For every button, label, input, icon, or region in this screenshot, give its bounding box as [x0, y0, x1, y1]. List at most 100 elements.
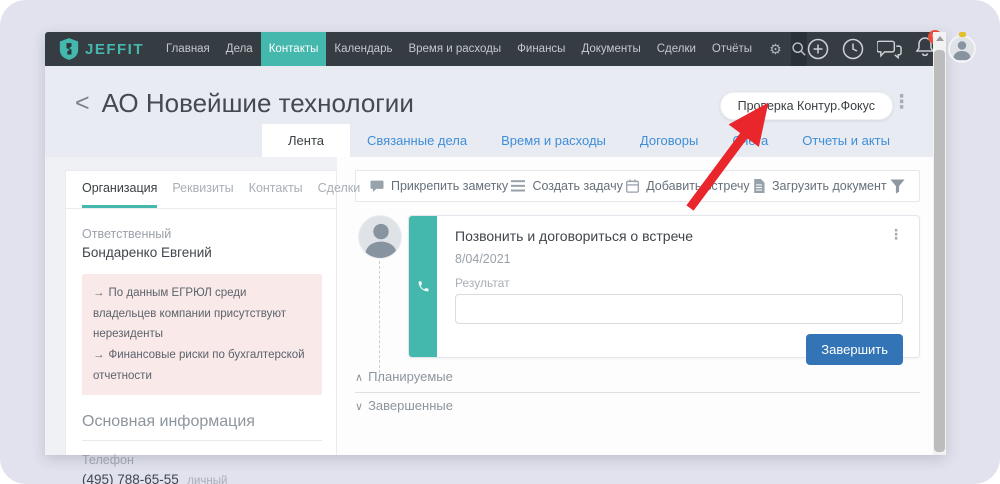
- phone-row: (495) 788-65-55 личный: [82, 471, 322, 484]
- task-card: Позвонить и договориться о встрече ⋮ 8/0…: [408, 215, 920, 365]
- main-info-heading: Основная информация: [82, 413, 255, 431]
- sidebar-body: Ответственный Бондаренко Евгений → По дан…: [66, 209, 336, 484]
- task-author-avatar: [358, 215, 402, 259]
- user-avatar[interactable]: [947, 35, 976, 63]
- tab-dogovory[interactable]: Договоры: [623, 124, 715, 157]
- arrow-bullet-icon: →: [93, 287, 105, 299]
- jeffit-logo-icon: [59, 38, 79, 60]
- warning-text: Финансовые риски по бухгалтерской отчетн…: [93, 349, 305, 382]
- create-task-label: Создать задачу: [532, 179, 623, 193]
- sidebar-tabs: Организация Реквизиты Контакты Сделки: [66, 171, 360, 209]
- result-input[interactable]: [455, 294, 903, 324]
- gear-icon[interactable]: ⚙: [760, 41, 791, 58]
- task-type-call-bar: [409, 216, 437, 357]
- warning-item: → Финансовые риски по бухгалтерской отчет…: [93, 345, 311, 386]
- risk-warning-box: → По данным ЕГРЮЛ среди владельцев компан…: [82, 274, 322, 396]
- task-list-icon: [511, 180, 526, 192]
- app-window: JEFFIT Главная Дела Контакты Календарь В…: [45, 29, 976, 484]
- nav-item-kontakty[interactable]: Контакты: [260, 32, 327, 66]
- planned-section-label: Планируемые: [368, 369, 453, 384]
- kontur-fokus-check-button[interactable]: Проверка Контур.Фокус: [719, 92, 893, 120]
- organization-sidebar: Организация Реквизиты Контакты Сделки От…: [65, 170, 360, 484]
- completed-section-toggle[interactable]: ∨ Завершенные: [355, 398, 920, 413]
- task-date: 8/04/2021: [455, 252, 511, 266]
- person-icon: [953, 41, 971, 60]
- sidebar-tab-organizatsiya[interactable]: Организация: [82, 171, 158, 208]
- screenshot-stage: JEFFIT Главная Дела Контакты Календарь В…: [0, 0, 1000, 484]
- phone-type: личный: [187, 475, 228, 484]
- sidebar-tab-sdelki[interactable]: Сделки: [318, 171, 361, 208]
- phone-label: Телефон: [82, 453, 134, 468]
- page-title: АО Новейшие технологии: [101, 88, 414, 118]
- header-kebab-icon[interactable]: ⋮: [892, 93, 911, 112]
- nav-item-finansy[interactable]: Финансы: [509, 32, 573, 66]
- add-meeting-button[interactable]: Добавить встречу: [626, 179, 750, 193]
- scrollbar-thumb[interactable]: [934, 50, 945, 452]
- collapse-icon: ∧: [355, 372, 364, 384]
- result-label: Результат: [455, 276, 510, 290]
- responsible-label: Ответственный: [82, 227, 172, 241]
- document-icon: [754, 179, 765, 193]
- task-title[interactable]: Позвонить и договориться о встрече: [455, 228, 693, 244]
- feed-panel: Прикрепить заметку Создать задачу Добави…: [337, 157, 933, 455]
- top-navbar: JEFFIT Главная Дела Контакты Календарь В…: [45, 29, 976, 66]
- nav-item-otchety[interactable]: Отчёты: [704, 32, 760, 66]
- warning-item: → По данным ЕГРЮЛ среди владельцев компан…: [93, 283, 311, 345]
- responsible-name: Бондаренко Евгений: [82, 245, 212, 260]
- phone-value: (495) 788-65-55: [82, 472, 179, 484]
- content-area: Прикрепить заметку Создать задачу Добави…: [45, 157, 933, 484]
- nav-item-dela[interactable]: Дела: [218, 32, 261, 66]
- task-card-body: Позвонить и договориться о встрече ⋮ 8/0…: [437, 216, 919, 365]
- vertical-scrollbar[interactable]: [933, 32, 946, 455]
- jeffit-logo[interactable]: JEFFIT: [59, 38, 144, 60]
- nav-item-kalendar[interactable]: Календарь: [326, 32, 400, 66]
- filter-icon[interactable]: [890, 178, 905, 194]
- feed-toolbar: Прикрепить заметку Создать задачу Добави…: [355, 170, 920, 202]
- nav-item-sdelki[interactable]: Сделки: [649, 32, 704, 66]
- navbar-right-icons: 9: [807, 29, 976, 63]
- upload-document-label: Загрузить документ: [771, 179, 887, 193]
- phone-icon: [418, 281, 428, 292]
- add-meeting-label: Добавить встречу: [646, 179, 750, 193]
- upload-document-button[interactable]: Загрузить документ: [753, 179, 887, 193]
- user-avatar-wrap: [947, 32, 976, 63]
- notifications-button[interactable]: 9: [915, 29, 942, 63]
- create-task-button[interactable]: Создать задачу: [511, 179, 623, 193]
- search-button[interactable]: [790, 32, 807, 66]
- status-dot: [958, 32, 966, 37]
- nav-item-dokumenty[interactable]: Документы: [573, 32, 648, 66]
- arrow-bullet-icon: →: [93, 349, 105, 362]
- title-row: < АО Новейшие технологии: [75, 88, 414, 119]
- calendar-icon: [626, 179, 640, 193]
- expand-icon: ∨: [355, 401, 364, 413]
- nav-item-glavnaya[interactable]: Главная: [158, 32, 218, 66]
- sidebar-tab-kontakty[interactable]: Контакты: [249, 171, 303, 208]
- tab-otchety-i-akty[interactable]: Отчеты и акты: [785, 124, 907, 157]
- nav-item-vremya-i-rashody[interactable]: Время и расходы: [400, 32, 509, 66]
- page-header: < АО Новейшие технологии Проверка Контур…: [45, 66, 933, 157]
- completed-section-label: Завершенные: [368, 398, 453, 413]
- scroll-up-arrow[interactable]: [936, 36, 944, 41]
- warning-text: По данным ЕГРЮЛ среди владельцев компани…: [93, 287, 286, 341]
- sidebar-tab-rekvizity[interactable]: Реквизиты: [172, 171, 233, 208]
- task-kebab-icon[interactable]: ⋮: [889, 227, 903, 241]
- jeffit-logo-text: JEFFIT: [85, 40, 145, 58]
- section-divider: [82, 440, 322, 442]
- clock-icon[interactable]: [842, 38, 864, 60]
- tab-vremya-i-rashody[interactable]: Время и расходы: [484, 124, 623, 157]
- tab-svyazannye-dela[interactable]: Связанные дела: [350, 124, 484, 157]
- tab-scheta[interactable]: Счета: [715, 124, 785, 157]
- planned-section-toggle[interactable]: ∧ Планируемые: [355, 369, 920, 393]
- complete-button[interactable]: Завершить: [806, 334, 903, 365]
- note-icon: [370, 180, 384, 192]
- attach-note-label: Прикрепить заметку: [391, 179, 509, 193]
- feed-timeline: [379, 261, 380, 383]
- attach-note-button[interactable]: Прикрепить заметку: [370, 179, 508, 193]
- search-icon: [791, 42, 806, 56]
- page-tabs: Лента Связанные дела Время и расходы Дог…: [262, 124, 907, 157]
- plus-circle-icon[interactable]: [807, 38, 829, 60]
- chat-icon[interactable]: [876, 38, 902, 60]
- tab-lenta[interactable]: Лента: [262, 124, 350, 157]
- person-icon: [365, 223, 397, 258]
- back-chevron-icon[interactable]: <: [75, 91, 90, 116]
